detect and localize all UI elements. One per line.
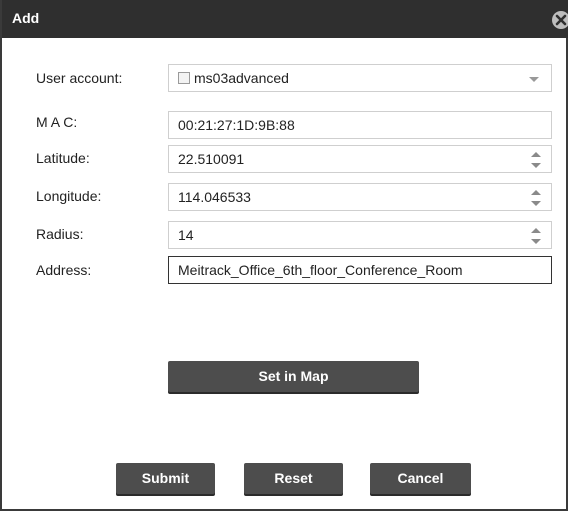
mac-value: 00:21:27:1D:9B:88: [178, 117, 295, 133]
spin-up-icon[interactable]: [531, 228, 541, 233]
spin-down-icon[interactable]: [531, 239, 541, 244]
longitude-value: 114.046533: [178, 189, 251, 205]
latitude-input[interactable]: 22.510091: [168, 145, 552, 173]
close-icon[interactable]: [552, 11, 568, 29]
address-input[interactable]: Meitrack_Office_6th_floor_Conference_Roo…: [168, 256, 552, 284]
longitude-input[interactable]: 114.046533: [168, 183, 552, 211]
latitude-label: Latitude:: [36, 150, 90, 166]
address-label: Address:: [36, 262, 92, 278]
chevron-down-icon: [529, 77, 539, 82]
spin-up-icon[interactable]: [531, 190, 541, 195]
dialog-titlebar: Add: [2, 0, 568, 38]
user-account-checkbox[interactable]: [178, 72, 190, 84]
reset-button[interactable]: Reset: [244, 463, 343, 494]
radius-label: Radius:: [36, 226, 84, 242]
spin-down-icon[interactable]: [531, 163, 541, 168]
cancel-button[interactable]: Cancel: [370, 463, 471, 494]
user-account-value: ms03advanced: [194, 70, 289, 86]
spin-up-icon[interactable]: [531, 152, 541, 157]
latitude-spinner[interactable]: [531, 152, 541, 168]
mac-input[interactable]: 00:21:27:1D:9B:88: [168, 111, 552, 139]
longitude-label: Longitude:: [36, 188, 102, 204]
user-account-label: User account:: [36, 70, 123, 86]
add-dialog: Add User account: ms03advanced M A C: 00…: [0, 0, 568, 511]
radius-input[interactable]: 14: [168, 221, 552, 249]
spin-down-icon[interactable]: [531, 201, 541, 206]
set-in-map-button[interactable]: Set in Map: [168, 361, 419, 392]
dialog-title: Add: [12, 10, 40, 26]
mac-label: M A C:: [36, 114, 78, 130]
user-account-select[interactable]: ms03advanced: [168, 64, 552, 92]
address-value: Meitrack_Office_6th_floor_Conference_Roo…: [178, 262, 463, 278]
longitude-spinner[interactable]: [531, 190, 541, 206]
radius-value: 14: [178, 227, 194, 243]
submit-button[interactable]: Submit: [116, 463, 215, 494]
radius-spinner[interactable]: [531, 228, 541, 244]
latitude-value: 22.510091: [178, 151, 245, 167]
